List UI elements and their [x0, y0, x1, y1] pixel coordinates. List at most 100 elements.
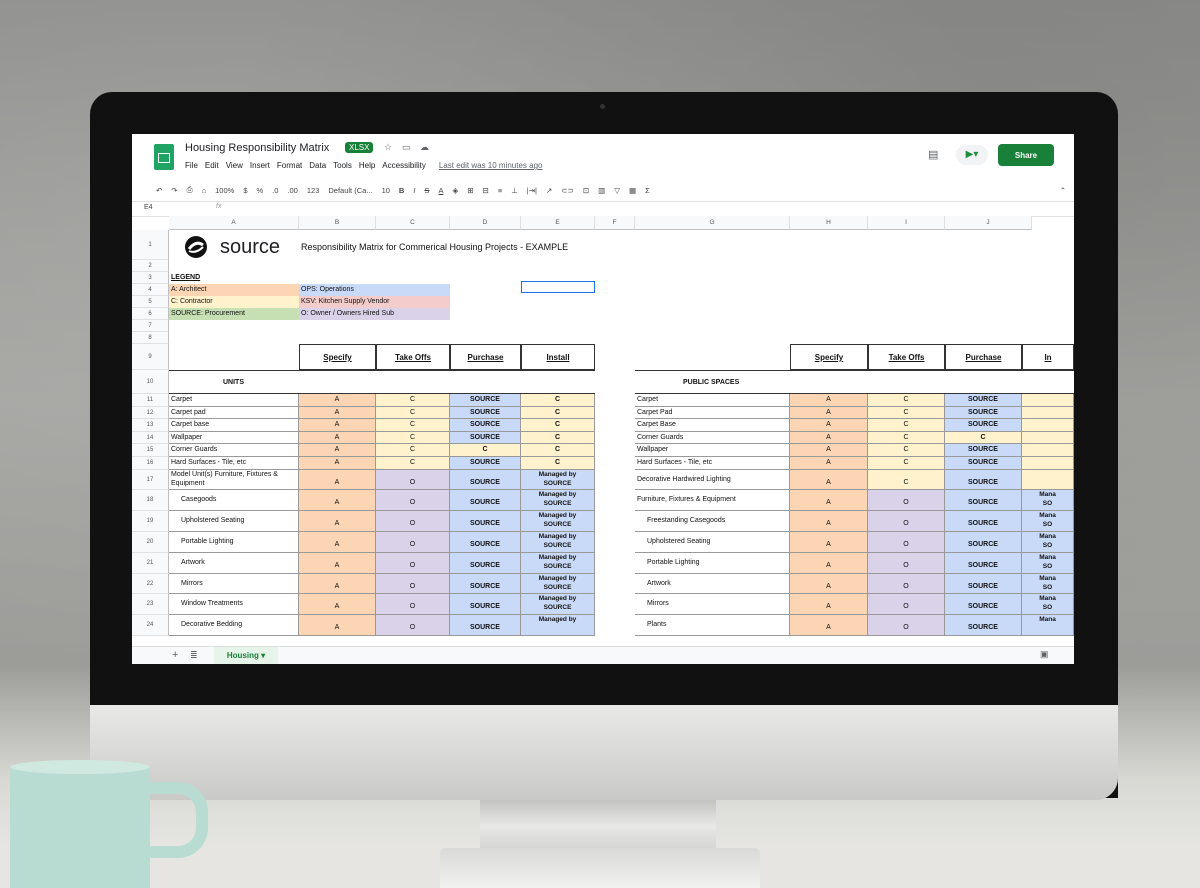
matrix-cell[interactable]: SOURCE — [450, 419, 521, 432]
matrix-cell[interactable]: O — [376, 469, 450, 491]
matrix-cell[interactable]: SOURCE — [450, 394, 521, 407]
matrix-cell[interactable]: SOURCE — [945, 419, 1022, 432]
matrix-cell[interactable]: Managed by SOURCE — [521, 594, 595, 616]
column-title[interactable]: Install — [521, 344, 595, 370]
matrix-cell[interactable]: SOURCE — [450, 511, 521, 532]
matrix-cell[interactable]: C — [868, 457, 945, 470]
filter-views-icon[interactable]: ▦ — [629, 186, 636, 195]
selected-cell-e4[interactable] — [521, 281, 595, 293]
matrix-cell[interactable]: SOURCE — [450, 615, 521, 636]
currency-format-button[interactable]: $ — [243, 186, 247, 195]
font-family-select[interactable]: Default (Ca... — [328, 186, 372, 195]
row-header[interactable]: 3 — [132, 272, 169, 284]
legend-item[interactable]: OPS: Operations — [299, 284, 450, 296]
matrix-cell[interactable]: C — [521, 406, 595, 420]
matrix-cell[interactable]: A — [790, 573, 868, 595]
matrix-cell[interactable]: A — [299, 573, 376, 595]
matrix-cell[interactable] — [1022, 394, 1074, 407]
borders-icon[interactable]: ⊞ — [467, 186, 473, 195]
matrix-cell[interactable]: SOURCE — [945, 394, 1022, 407]
vertical-align-icon[interactable]: ⊥ — [511, 186, 518, 195]
matrix-cell[interactable]: C — [376, 406, 450, 420]
redo-icon[interactable]: ↷ — [171, 186, 177, 195]
matrix-cell[interactable]: C — [521, 457, 595, 470]
zoom-select[interactable]: 100% — [215, 186, 234, 195]
matrix-cell[interactable]: SOURCE — [945, 490, 1022, 512]
matrix-cell[interactable]: A — [299, 469, 376, 491]
matrix-cell[interactable]: SOURCE — [945, 444, 1022, 457]
menu-item[interactable]: Insert — [250, 161, 270, 170]
move-folder-icon[interactable]: ▭ — [402, 142, 411, 153]
matrix-cell[interactable]: A — [790, 511, 868, 532]
column-header[interactable]: F — [595, 216, 635, 230]
row-header[interactable]: 14 — [132, 431, 169, 445]
strikethrough-icon[interactable]: S — [424, 186, 429, 195]
matrix-cell[interactable]: C — [868, 444, 945, 457]
increase-decimal-button[interactable]: .00 — [287, 186, 297, 195]
row-header[interactable]: 10 — [132, 370, 169, 394]
matrix-cell[interactable]: SOURCE — [945, 532, 1022, 553]
column-title[interactable]: Purchase — [945, 344, 1022, 370]
matrix-cell[interactable]: O — [376, 615, 450, 636]
matrix-cell[interactable]: O — [868, 552, 945, 574]
matrix-cell[interactable]: SOURCE — [450, 532, 521, 553]
font-size-select[interactable]: 10 — [382, 186, 390, 195]
matrix-cell[interactable]: A — [299, 490, 376, 512]
matrix-cell[interactable]: O — [868, 615, 945, 636]
matrix-cell[interactable]: O — [376, 511, 450, 532]
row-header[interactable]: 21 — [132, 552, 169, 574]
document-title[interactable]: Housing Responsibility Matrix — [185, 142, 329, 154]
matrix-cell[interactable] — [1022, 444, 1074, 457]
row-label[interactable]: Decorative Bedding — [169, 615, 299, 636]
matrix-cell[interactable]: A — [299, 431, 376, 445]
matrix-cell[interactable] — [1022, 419, 1074, 432]
matrix-cell[interactable]: O — [868, 573, 945, 595]
row-label[interactable]: Casegoods — [169, 490, 299, 512]
row-label[interactable]: Carpet Pad — [635, 406, 790, 420]
matrix-cell[interactable]: SOURCE — [945, 457, 1022, 470]
matrix-cell[interactable]: Mana SO — [1022, 490, 1074, 512]
matrix-cell[interactable]: A — [790, 406, 868, 420]
row-label[interactable]: Hard Surfaces - Tile, etc — [635, 457, 790, 470]
add-sheet-icon[interactable]: + — [172, 649, 178, 661]
menu-item[interactable]: Edit — [205, 161, 219, 170]
column-title[interactable]: Purchase — [450, 344, 521, 370]
row-header[interactable]: 4 — [132, 284, 169, 296]
functions-icon[interactable]: Σ — [645, 186, 650, 195]
column-title[interactable]: In — [1022, 344, 1074, 370]
row-header[interactable]: 16 — [132, 457, 169, 470]
matrix-cell[interactable]: SOURCE — [945, 594, 1022, 616]
italic-icon[interactable]: I — [413, 186, 415, 195]
row-header[interactable]: 17 — [132, 469, 169, 491]
matrix-cell[interactable]: C — [945, 431, 1022, 445]
matrix-cell[interactable]: A — [299, 615, 376, 636]
column-header[interactable]: D — [450, 216, 521, 230]
matrix-cell[interactable]: C — [376, 419, 450, 432]
matrix-cell[interactable]: C — [868, 406, 945, 420]
legend-item[interactable]: C: Contractor — [169, 296, 299, 308]
matrix-cell[interactable]: A — [790, 431, 868, 445]
matrix-cell[interactable]: A — [299, 594, 376, 616]
matrix-cell[interactable]: SOURCE — [450, 469, 521, 491]
name-box[interactable]: E4 — [144, 204, 153, 211]
undo-icon[interactable]: ↶ — [156, 186, 162, 195]
matrix-cell[interactable]: A — [299, 444, 376, 457]
menu-item[interactable]: File — [185, 161, 198, 170]
matrix-cell[interactable]: O — [868, 511, 945, 532]
decrease-decimal-button[interactable]: .0 — [272, 186, 278, 195]
matrix-cell[interactable]: A — [299, 406, 376, 420]
merge-cells-icon[interactable]: ⊟ — [483, 186, 489, 195]
matrix-cell[interactable]: SOURCE — [450, 573, 521, 595]
matrix-cell[interactable]: SOURCE — [945, 615, 1022, 636]
row-label[interactable]: Mirrors — [635, 594, 790, 616]
paint-format-icon[interactable]: ⌂ — [202, 186, 207, 195]
row-header[interactable]: 24 — [132, 615, 169, 636]
column-header[interactable]: B — [299, 216, 376, 230]
matrix-cell[interactable]: A — [790, 552, 868, 574]
row-label[interactable]: Artwork — [635, 573, 790, 595]
matrix-cell[interactable]: A — [299, 457, 376, 470]
row-label[interactable]: Wallpaper — [635, 444, 790, 457]
menu-item[interactable]: Tools — [333, 161, 352, 170]
menu-item[interactable]: Help — [359, 161, 375, 170]
matrix-cell[interactable]: C — [376, 394, 450, 407]
